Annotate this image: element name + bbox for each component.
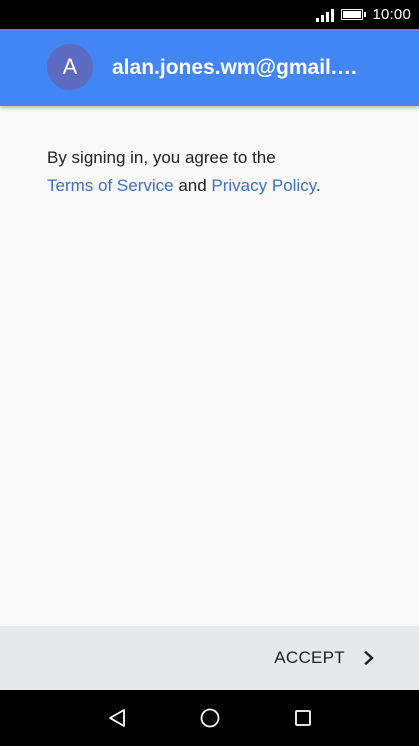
account-email: alan.jones.wm@gmail.… (112, 56, 358, 79)
home-circle-icon (200, 708, 220, 728)
back-button[interactable] (103, 704, 131, 732)
recent-apps-square-icon (295, 710, 311, 726)
back-triangle-icon (109, 709, 125, 727)
terms-of-service-link[interactable]: Terms of Service (47, 176, 174, 195)
privacy-policy-link[interactable]: Privacy Policy (211, 176, 316, 195)
accept-button[interactable]: ACCEPT (274, 626, 375, 690)
account-header: A alan.jones.wm@gmail.… (0, 29, 419, 106)
terms-period: . (315, 176, 321, 195)
phone-screen: 10:00 A alan.jones.wm@gmail.… By signing… (0, 0, 419, 746)
terms-text: By signing in, you agree to the Terms of… (47, 144, 377, 200)
status-time: 10:00 (372, 6, 411, 23)
chevron-right-icon (364, 651, 374, 665)
status-icons: 10:00 (316, 0, 411, 29)
home-button[interactable] (196, 704, 224, 732)
action-bar: ACCEPT (0, 626, 419, 690)
terms-content: By signing in, you agree to the Terms of… (0, 106, 419, 626)
battery-icon (341, 9, 367, 20)
status-bar: 10:00 (0, 0, 419, 29)
navigation-bar (0, 690, 419, 746)
accept-label: ACCEPT (274, 648, 345, 667)
terms-intro-text: By signing in, you agree to the (47, 148, 276, 167)
signal-icon (316, 8, 335, 22)
terms-and-text: and (173, 176, 212, 195)
recent-apps-button[interactable] (289, 704, 317, 732)
avatar: A (47, 44, 93, 90)
